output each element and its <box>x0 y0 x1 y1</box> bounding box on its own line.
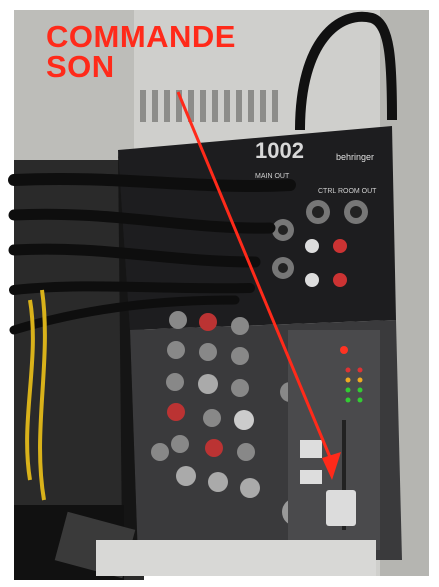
model-text: 1002 <box>255 138 304 163</box>
annotation-line-2: SON <box>46 49 115 84</box>
annotation-label: COMMANDE SON <box>46 19 236 84</box>
mixer-photo: 1002 behringer CTRL ROOM OUT MAIN OUT <box>0 0 439 587</box>
annotation-line-1: COMMANDE <box>46 19 236 54</box>
brand-text: behringer <box>336 152 374 162</box>
main-out-label: MAIN OUT <box>255 173 290 180</box>
master-fader-knob <box>326 490 356 526</box>
ctrl-room-label: CTRL ROOM OUT <box>318 188 377 195</box>
